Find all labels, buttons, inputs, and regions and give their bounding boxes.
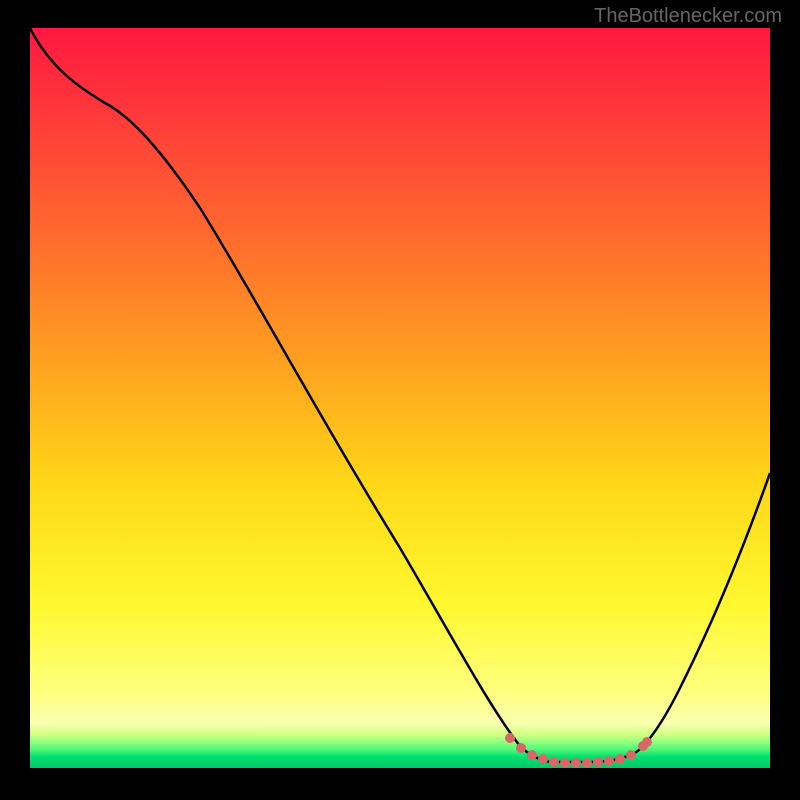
bottleneck-curve <box>30 28 770 768</box>
main-curve-path <box>30 28 770 762</box>
chart-container <box>30 28 770 768</box>
watermark-text: TheBottlenecker.com <box>594 5 782 28</box>
